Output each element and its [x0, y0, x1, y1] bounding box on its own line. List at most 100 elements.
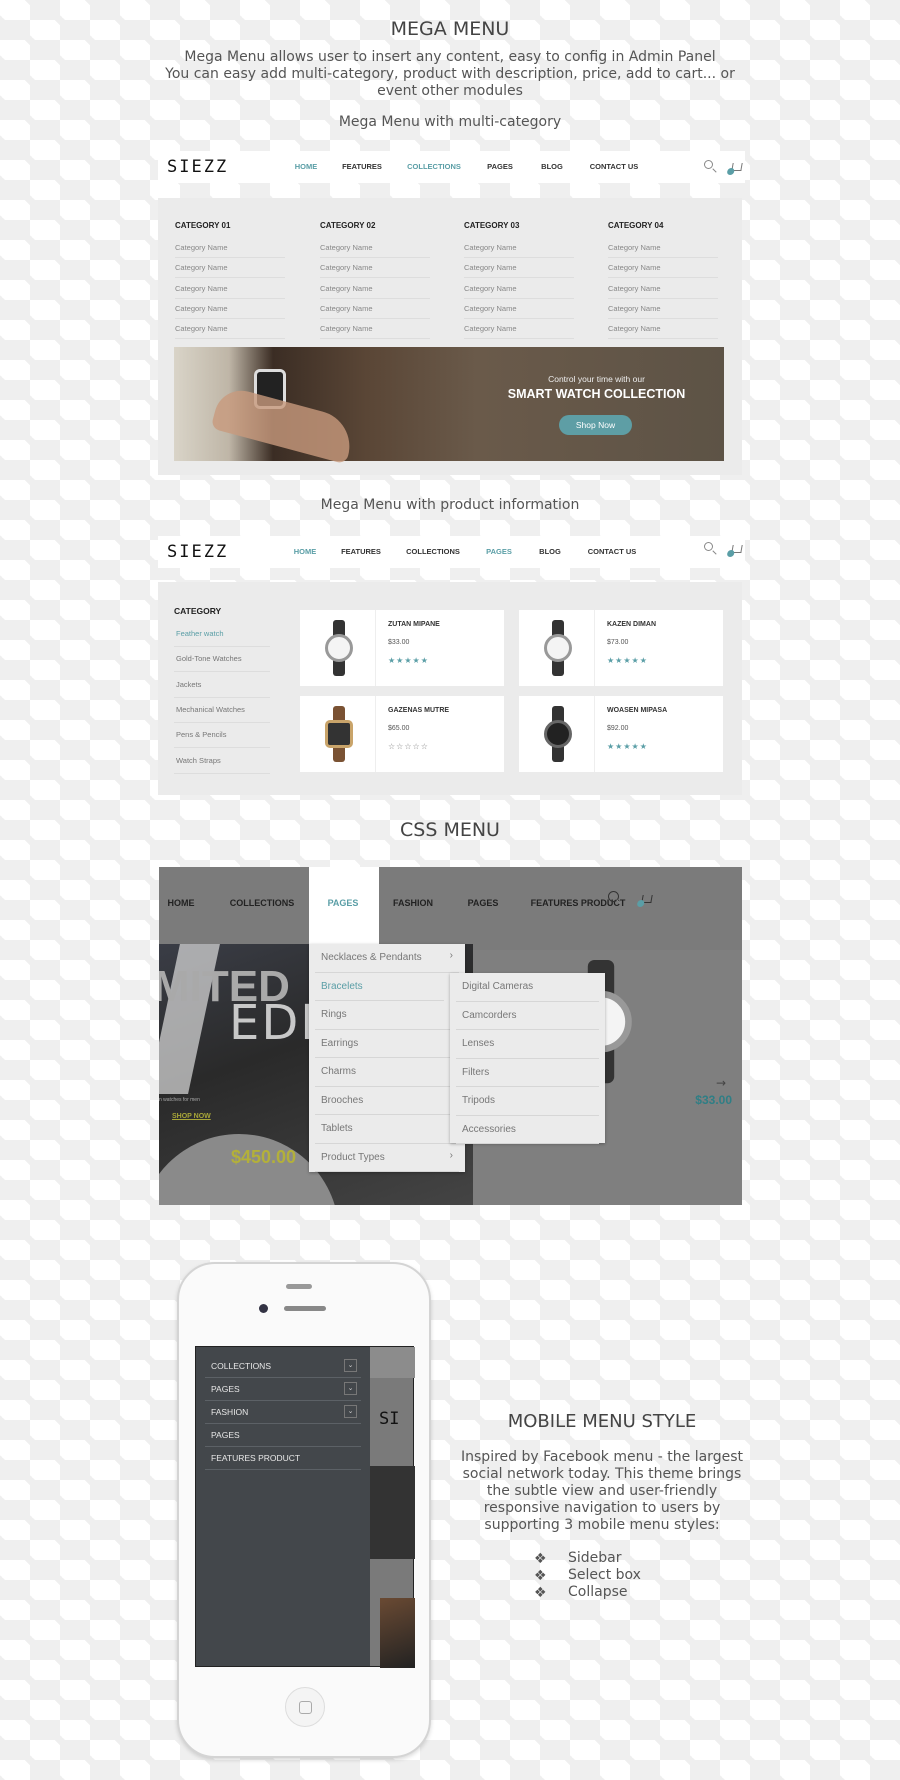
category-link[interactable]: Feather watch — [174, 629, 270, 647]
mobile-menu-item[interactable]: PAGES ⌄ — [205, 1378, 361, 1401]
mobile-menu-label: PAGES — [211, 1430, 240, 1440]
category-link[interactable]: Category Name — [175, 324, 285, 340]
nav-home[interactable]: HOME — [295, 162, 318, 171]
nav-pages[interactable]: PAGES — [487, 162, 513, 171]
category-link[interactable]: Category Name — [464, 243, 574, 258]
product-name[interactable]: KAZEN DIMAN — [607, 621, 656, 628]
submenu-item[interactable]: Tripods — [450, 1087, 605, 1116]
category-link[interactable]: Category Name — [608, 324, 718, 340]
banner-kicker: Control your time with our — [548, 374, 645, 384]
dropdown-item[interactable]: Product Types › — [309, 1144, 465, 1173]
nav-fashion[interactable]: FASHION — [393, 898, 433, 908]
hero-shop-now-link[interactable]: SHOP NOW — [172, 1113, 211, 1120]
nav-contact-us[interactable]: CONTACT US — [588, 547, 637, 556]
dropdown-item[interactable]: Brooches — [309, 1087, 465, 1116]
submenu-item[interactable]: Accessories — [450, 1116, 605, 1145]
product-name[interactable]: ZUTAN MIPANE — [388, 621, 440, 628]
nav-blog[interactable]: BLOG — [541, 162, 563, 171]
chevron-down-icon[interactable]: ⌄ — [344, 1405, 357, 1418]
category-link[interactable]: Category Name — [464, 284, 574, 299]
shop-now-button[interactable]: Shop Now — [559, 415, 632, 435]
menu-style-item: Collapse — [568, 1584, 628, 1600]
arrow-right-icon[interactable]: → — [716, 1076, 726, 1090]
category-link[interactable]: Category Name — [175, 263, 285, 279]
category-link[interactable]: Category Name — [320, 284, 430, 299]
dropdown-item[interactable]: Rings — [309, 1001, 465, 1030]
nav-collections[interactable]: COLLECTIONS — [230, 898, 295, 908]
search-icon[interactable] — [704, 160, 713, 169]
search-icon[interactable] — [704, 542, 713, 551]
category-link[interactable]: Pens & Pencils — [174, 730, 270, 749]
cart-icon[interactable] — [636, 895, 653, 907]
nav-home[interactable]: HOME — [294, 547, 317, 556]
category-link[interactable]: Category Name — [608, 263, 718, 279]
dropdown-item[interactable]: Necklaces & Pendants › — [309, 944, 465, 973]
dropdown-item[interactable]: Tablets — [309, 1115, 465, 1144]
logo[interactable]: SIEZZ — [167, 542, 228, 562]
cart-icon[interactable] — [726, 163, 743, 175]
category-link[interactable]: Category Name — [608, 304, 718, 319]
submenu-item-label: Digital Cameras — [462, 981, 534, 992]
category-link[interactable]: Category Name — [464, 324, 574, 340]
dropdown-item[interactable]: Charms — [309, 1058, 465, 1087]
nav-features[interactable]: FEATURES — [342, 162, 382, 171]
product-image[interactable] — [300, 610, 376, 686]
smart-watch-banner[interactable]: Control your time with our SMART WATCH C… — [174, 347, 724, 465]
nav-pages[interactable]: PAGES — [486, 547, 512, 556]
product-card[interactable]: ZUTAN MIPANE $33.00 ★★★★★ — [300, 610, 504, 686]
nav-collections[interactable]: COLLECTIONS — [406, 547, 460, 556]
dropdown-item[interactable]: Bracelets — [309, 973, 450, 1002]
category-link[interactable]: Gold-Tone Watches — [174, 654, 270, 673]
product-card[interactable]: WOASEN MIPASA $92.00 ★★★★★ — [519, 696, 723, 772]
nav-home[interactable]: HOME — [168, 898, 195, 908]
product-image[interactable] — [519, 696, 595, 772]
product-name[interactable]: WOASEN MIPASA — [607, 707, 667, 714]
category-link[interactable]: Watch Straps — [174, 756, 270, 774]
category-link[interactable]: Category Name — [175, 284, 285, 299]
category-link[interactable]: Category Name — [320, 324, 430, 340]
nav-features[interactable]: FEATURES — [341, 547, 381, 556]
logo[interactable]: SIEZZ — [167, 157, 228, 177]
mobile-menu-item[interactable]: PAGES — [205, 1424, 361, 1447]
category-link[interactable]: Mechanical Watches — [174, 705, 270, 723]
nav-blog[interactable]: BLOG — [539, 547, 561, 556]
category-link[interactable]: Category Name — [464, 304, 574, 319]
product-image[interactable] — [300, 696, 376, 772]
nav-pages[interactable]: PAGES — [328, 898, 359, 908]
category-link[interactable]: Category Name — [320, 243, 430, 258]
product-price: $33.00 — [695, 1093, 732, 1107]
product-card[interactable]: KAZEN DIMAN $73.00 ★★★★★ — [519, 610, 723, 686]
submenu-item[interactable]: Camcorders — [450, 1002, 605, 1031]
nav-pages[interactable]: PAGES — [468, 898, 499, 908]
category-column-title: CATEGORY 04 — [608, 221, 664, 230]
watch-face — [544, 634, 572, 662]
nav-collections[interactable]: COLLECTIONS — [407, 162, 461, 171]
submenu-item[interactable]: Digital Cameras — [450, 973, 605, 1002]
category-link[interactable]: Category Name — [608, 243, 718, 258]
watch-image — [324, 706, 354, 762]
product-card[interactable]: GAZENAS MUTRE $65.00 ☆☆☆☆☆ — [300, 696, 504, 772]
home-button[interactable] — [285, 1687, 325, 1727]
category-link[interactable]: Category Name — [320, 263, 430, 279]
nav-contact-us[interactable]: CONTACT US — [590, 162, 639, 171]
chevron-down-icon[interactable]: ⌄ — [344, 1359, 357, 1372]
dropdown-item[interactable]: Earrings — [309, 1030, 465, 1059]
submenu-item[interactable]: Lenses — [450, 1030, 605, 1059]
category-link[interactable]: Category Name — [320, 304, 430, 319]
category-link[interactable]: Category Name — [464, 263, 574, 279]
star-rating: ★★★★★ — [607, 656, 648, 665]
product-name[interactable]: GAZENAS MUTRE — [388, 707, 449, 714]
category-link[interactable]: Category Name — [175, 304, 285, 319]
mobile-menu-item[interactable]: FASHION ⌄ — [205, 1401, 361, 1424]
category-link[interactable]: Category Name — [608, 284, 718, 299]
product-image[interactable] — [519, 610, 595, 686]
search-icon[interactable] — [608, 891, 619, 902]
cart-icon[interactable] — [726, 545, 743, 557]
mobile-menu-item[interactable]: COLLECTIONS ⌄ — [205, 1355, 361, 1378]
submenu-item[interactable]: Filters — [450, 1059, 605, 1088]
site-header-1: SIEZZ HOME FEATURES COLLECTIONS PAGES BLOG CO… — [158, 151, 745, 183]
mobile-menu-item[interactable]: FEATURES PRODUCT — [205, 1447, 361, 1470]
chevron-down-icon[interactable]: ⌄ — [344, 1382, 357, 1395]
category-link[interactable]: Category Name — [175, 243, 285, 258]
category-link[interactable]: Jackets — [174, 680, 270, 698]
